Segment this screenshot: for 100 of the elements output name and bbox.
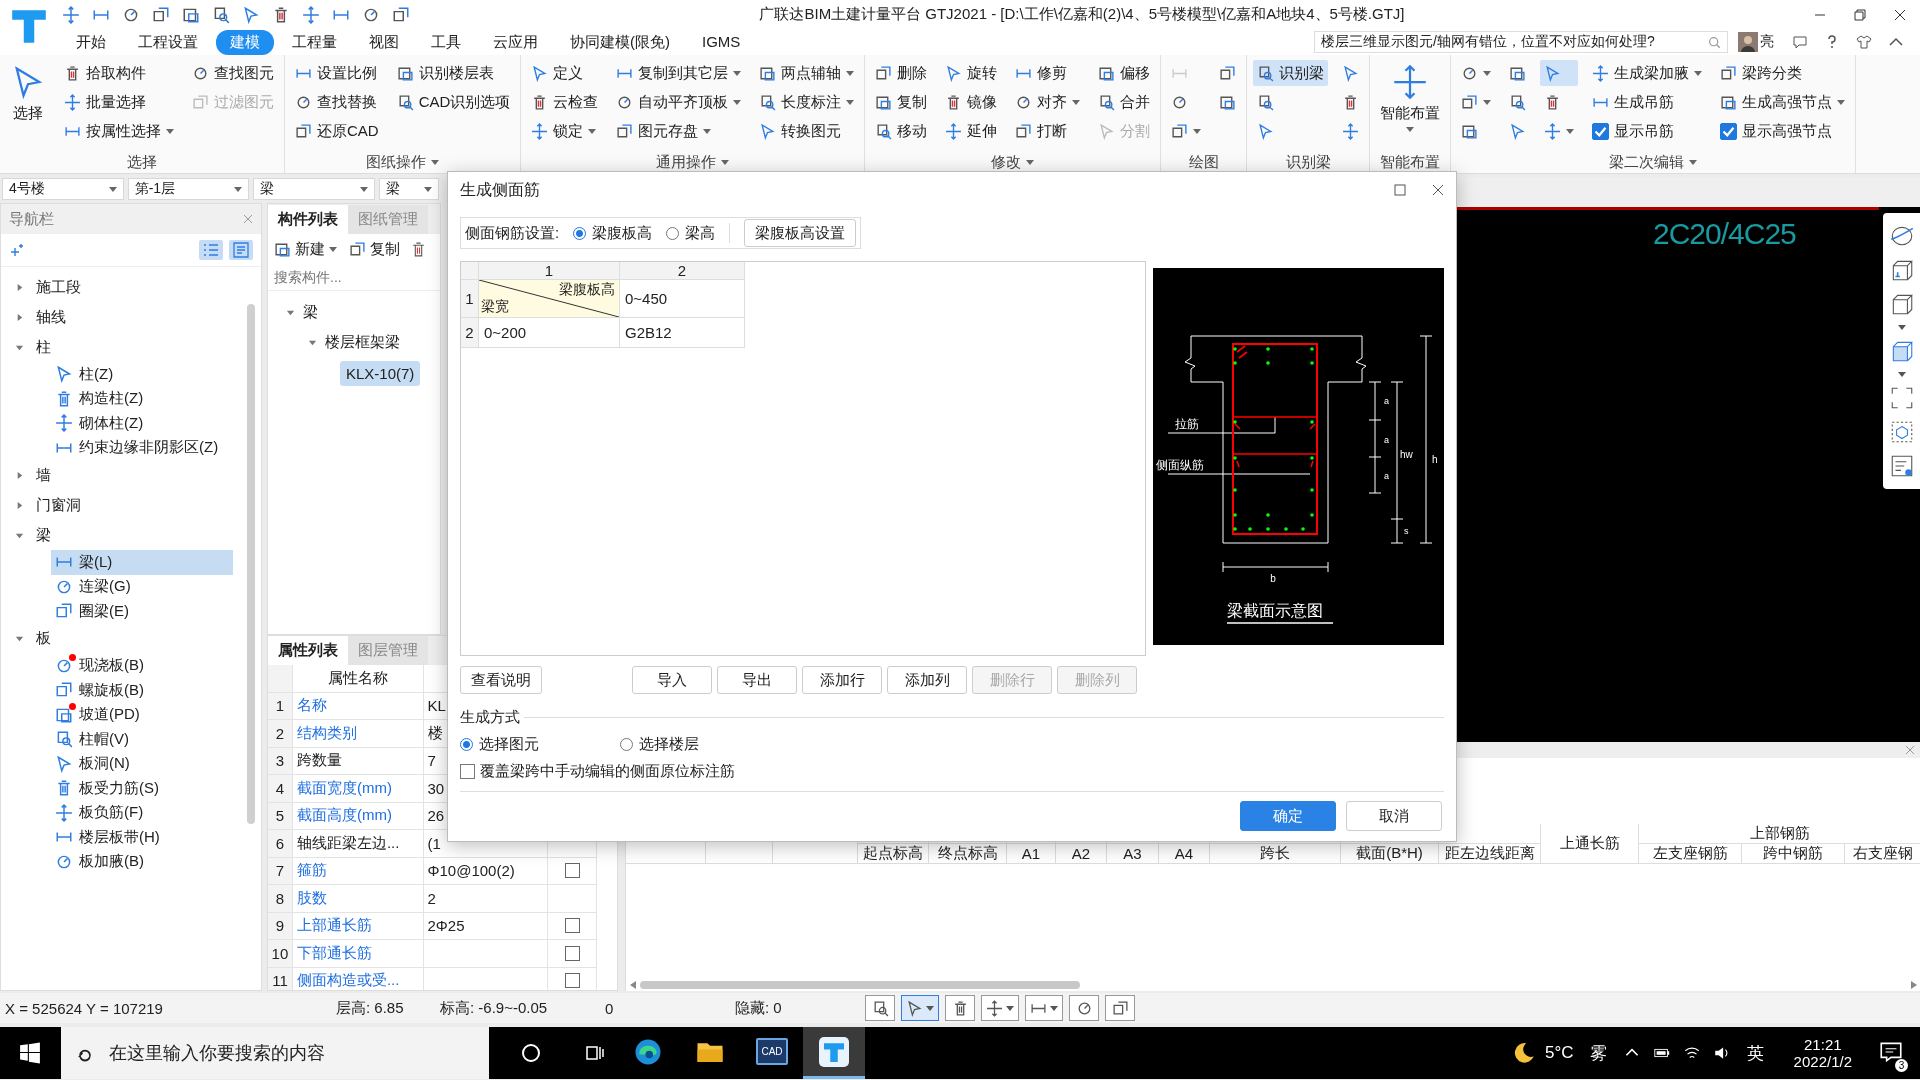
ribbon-button[interactable]: 打断	[1011, 118, 1085, 144]
ribbon-button[interactable]: 生成吊筋	[1588, 89, 1707, 115]
menu-tab[interactable]: IGMS	[688, 29, 755, 55]
ribbon-button[interactable]: 转换图元	[755, 118, 859, 144]
ribbon-button[interactable]: 生成梁加腋	[1588, 60, 1707, 86]
toolbar-icon[interactable]	[152, 5, 170, 24]
ribbon-button[interactable]: 定义	[527, 60, 603, 86]
tree-item[interactable]: KLX-10(7)	[340, 360, 421, 386]
ribbon-button[interactable]: 长度标注	[755, 89, 859, 115]
ribbon-button[interactable]: CAD识别选项	[392, 89, 515, 115]
tree-item[interactable]: 连梁(G)	[51, 574, 233, 599]
checkbox-label[interactable]: 显示吊筋	[1614, 121, 1675, 141]
caret-icon[interactable]	[1898, 372, 1906, 377]
scroll-left-icon[interactable]	[630, 981, 636, 989]
radio-button[interactable]	[620, 738, 633, 751]
tool-button[interactable]	[1540, 60, 1579, 86]
checkbox[interactable]	[564, 945, 580, 961]
menu-tab[interactable]: 云应用	[479, 29, 552, 55]
radio-label[interactable]: 梁腹板高	[592, 223, 653, 243]
property-value[interactable]: 7	[427, 752, 436, 770]
group-label[interactable]: 识别梁	[1283, 152, 1333, 172]
dropdown-field[interactable]: 第-1层	[127, 178, 250, 200]
checkbox-label[interactable]: 显示高强节点	[1742, 121, 1833, 141]
tree-item[interactable]: 板洞(N)	[51, 751, 233, 776]
property-value[interactable]: Φ10@100(2)	[427, 862, 515, 880]
ribbon-button[interactable]: 镜像	[941, 89, 1002, 115]
checkbox[interactable]	[564, 918, 580, 934]
dropdown-field[interactable]: 梁	[253, 178, 376, 200]
group-label[interactable]: 绘图	[1186, 152, 1221, 172]
group-label[interactable]: 选择	[125, 152, 159, 172]
caret-icon[interactable]	[15, 500, 24, 510]
property-value[interactable]: (1	[427, 834, 441, 852]
caret-icon[interactable]	[15, 312, 24, 322]
tree-node[interactable]: 墙	[1, 460, 241, 490]
dialog-button[interactable]: 取消	[1346, 801, 1442, 831]
caret-icon[interactable]	[15, 634, 24, 643]
tree-node[interactable]: 施工段	[1, 272, 241, 302]
group-label[interactable]: 修改	[989, 152, 1037, 172]
tree-item[interactable]: 梁(L)	[51, 550, 233, 575]
action-button[interactable]: 添加列	[887, 666, 967, 694]
checkbox[interactable]	[1592, 122, 1610, 140]
menu-tab[interactable]: 协同建模(限免)	[556, 29, 684, 55]
property-value[interactable]: KL	[427, 697, 446, 715]
shirt-icon[interactable]	[1856, 34, 1872, 50]
snap-tool-button[interactable]	[865, 995, 895, 1021]
ribbon-button[interactable]: 生成高强节点	[1716, 89, 1850, 115]
ribbon-button[interactable]: 识别梁	[1253, 60, 1329, 86]
checkbox[interactable]	[564, 973, 580, 989]
group-label[interactable]: 通用操作	[654, 152, 732, 172]
ribbon-button[interactable]: 按属性选择	[60, 118, 178, 144]
delete-icon[interactable]	[410, 240, 427, 258]
tree-node[interactable]: 门窗洞	[1, 490, 241, 520]
scroll-right-icon[interactable]	[1911, 981, 1917, 989]
caret-icon[interactable]	[15, 470, 24, 480]
ribbon-button[interactable]: 复制到其它层	[612, 60, 746, 86]
ribbon-button[interactable]: 移动	[871, 118, 932, 144]
group-label[interactable]: 智能布置	[1378, 152, 1443, 172]
toolbar-button[interactable]: 复制	[347, 239, 402, 259]
dropdown-field[interactable]: 梁	[379, 178, 439, 200]
ribbon-button[interactable]: 偏移	[1094, 60, 1155, 86]
radio-label[interactable]: 梁高	[685, 223, 716, 243]
ribbon-button[interactable]: 旋转	[941, 60, 1002, 86]
maximize-icon[interactable]	[1394, 184, 1406, 196]
ribbon-button[interactable]: 合并	[1094, 89, 1155, 115]
clock-time[interactable]: 21:21	[1804, 1036, 1842, 1053]
ribbon-button[interactable]: 锁定	[527, 118, 603, 144]
ribbon-button[interactable]: 图元存盘	[612, 118, 746, 144]
tree-item[interactable]: 约束边缘非阴影区(Z)	[51, 435, 233, 460]
ribbon-button[interactable]: 还原CAD	[291, 118, 383, 144]
panel-tab[interactable]: 构件列表	[268, 205, 348, 234]
property-value[interactable]: 2Φ25	[427, 917, 465, 935]
user-name[interactable]: 亮	[1760, 33, 1774, 51]
tree-node[interactable]: 梁	[268, 297, 440, 327]
box-select-icon[interactable]	[1889, 419, 1915, 445]
ribbon-button[interactable]: 查找图元	[188, 60, 278, 86]
toolbar-icon[interactable]	[212, 5, 230, 24]
taskbar-app[interactable]: CAD	[741, 1027, 803, 1079]
group-label[interactable]: 图纸操作	[364, 152, 442, 172]
sparkle-icon[interactable]	[9, 242, 25, 258]
toolbar-icon[interactable]	[62, 5, 80, 24]
caret-icon[interactable]	[1898, 325, 1906, 330]
clock-date[interactable]: 2022/1/2	[1793, 1053, 1852, 1070]
ribbon-button[interactable]: 修剪	[1011, 60, 1085, 86]
ribbon-button[interactable]: 梁跨分类	[1716, 60, 1850, 86]
ribbon-button[interactable]: 两点辅轴	[755, 60, 859, 86]
toolbar-icon[interactable]	[242, 5, 260, 24]
taskbar-search-field[interactable]: 在这里输入你要搜索的内容	[61, 1027, 489, 1079]
caret-icon[interactable]	[15, 282, 24, 292]
tree-item[interactable]: 坡道(PD)	[51, 702, 233, 727]
dialog-button[interactable]: 确定	[1240, 801, 1336, 831]
checkbox[interactable]	[460, 764, 475, 779]
tree-item[interactable]: 柱帽(V)	[51, 727, 233, 752]
menu-tab[interactable]: 工程量	[278, 29, 351, 55]
tree-item[interactable]: 构造柱(Z)	[51, 386, 233, 411]
ribbon-button[interactable]: 云检查	[527, 89, 603, 115]
toolbar-icon[interactable]	[272, 5, 290, 24]
toolbar-icon[interactable]	[302, 5, 320, 24]
weather-text[interactable]: 雾	[1589, 1041, 1607, 1065]
checkbox[interactable]	[1720, 122, 1738, 140]
ribbon-button[interactable]: 设置比例	[291, 60, 383, 86]
